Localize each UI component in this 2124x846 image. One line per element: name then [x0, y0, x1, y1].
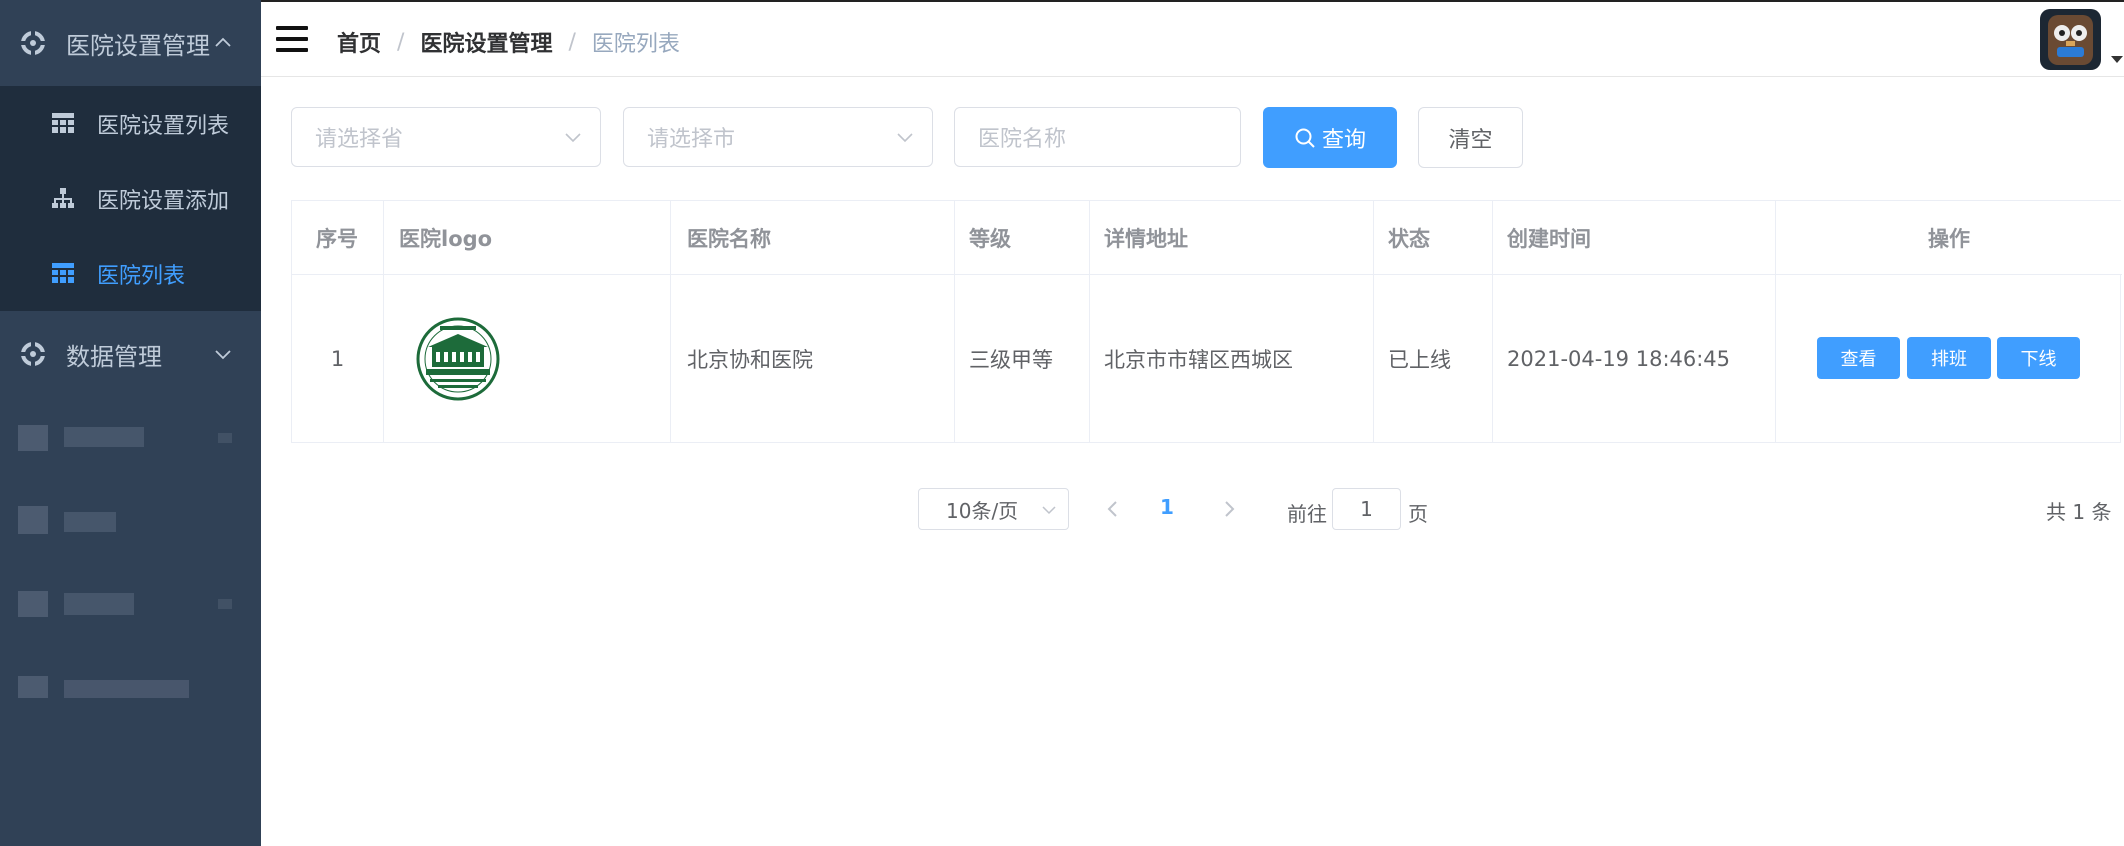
chevron-down-icon [565, 133, 581, 143]
schedule-button[interactable]: 排班 [1907, 337, 1991, 379]
sidebar-item-hospital-settings-add[interactable]: 医院设置添加 [0, 161, 261, 236]
sidebar-item-obscured[interactable] [0, 397, 261, 477]
goto-page-input[interactable]: 1 [1332, 488, 1401, 530]
setting-icon [20, 30, 46, 56]
cell-index: 1 [292, 275, 384, 442]
sidebar-item-label: 医院列表 [97, 263, 186, 289]
breadcrumb-home[interactable]: 首页 [337, 26, 381, 58]
breadcrumb-separator: / [568, 29, 576, 55]
sidebar-item-hospital-list[interactable]: 医院列表 [0, 236, 261, 311]
setting-icon [20, 341, 46, 367]
hospital-name-input[interactable]: 医院名称 [954, 107, 1241, 167]
column-header-index: 序号 [292, 201, 384, 274]
hospital-logo-image [416, 317, 500, 400]
sidebar-item-label: 医院设置添加 [97, 188, 230, 214]
hospital-name-placeholder: 医院名称 [978, 127, 1067, 152]
chevron-down-icon [897, 133, 913, 143]
offline-button[interactable]: 下线 [1997, 337, 2080, 379]
page-size-select[interactable]: 10条/页 [918, 488, 1069, 530]
breadcrumb-current: 医院列表 [591, 32, 680, 57]
clear-button-label: 清空 [1448, 127, 1493, 153]
hamburger-menu-icon[interactable] [276, 26, 308, 54]
page-number[interactable]: 1 [1160, 495, 1174, 519]
hospital-table: 序号 医院logo 医院名称 等级 详情地址 状态 创建时间 操作 1 北京协和… [291, 200, 2122, 443]
column-header-created: 创建时间 [1493, 201, 1776, 274]
cell-address: 北京市市辖区西城区 [1090, 275, 1374, 442]
column-header-address: 详情地址 [1090, 201, 1374, 274]
cell-level: 三级甲等 [955, 275, 1090, 442]
avatar-image [2040, 9, 2101, 70]
tree-icon [52, 188, 74, 208]
goto-label: 前往 [1287, 502, 1327, 526]
chevron-up-icon [215, 37, 231, 47]
breadcrumb-separator: / [397, 29, 405, 55]
navbar: 首页 / 医院设置管理 / 医院列表 [261, 0, 2124, 77]
table-icon [52, 113, 74, 133]
chevron-down-icon [215, 350, 231, 360]
search-icon [1295, 128, 1315, 148]
province-select-placeholder: 请选择省 [315, 127, 404, 152]
column-header-name: 医院名称 [671, 201, 955, 274]
page-size-value: 10条/页 [946, 498, 1019, 523]
table-icon [52, 263, 74, 283]
column-header-status: 状态 [1374, 201, 1493, 274]
avatar[interactable] [2040, 9, 2101, 70]
menu-group-label: 医院设置管理 [66, 31, 210, 60]
sidebar-item-obscured[interactable] [0, 646, 261, 726]
sidebar: 医院设置管理 医院设置列表 医院设置添加 医院列表 数据管理 [0, 0, 261, 846]
cell-hospital-name: 北京协和医院 [671, 275, 955, 442]
city-select[interactable]: 请选择市 [623, 107, 933, 167]
sidebar-item-obscured[interactable] [0, 563, 261, 643]
sidebar-item-hospital-settings-list[interactable]: 医院设置列表 [0, 86, 261, 161]
view-button[interactable]: 查看 [1817, 337, 1900, 379]
caret-down-icon[interactable] [2111, 56, 2123, 63]
cell-logo [384, 275, 671, 442]
page-unit-label: 页 [1408, 502, 1428, 526]
menu-group-hospital-settings[interactable]: 医院设置管理 [0, 0, 261, 86]
total-count: 共 1 条 [2046, 500, 2112, 524]
prev-page-icon[interactable] [1105, 500, 1121, 518]
city-select-placeholder: 请选择市 [647, 127, 736, 152]
breadcrumb-hospital-settings[interactable]: 医院设置管理 [420, 26, 552, 58]
province-select[interactable]: 请选择省 [291, 107, 601, 167]
column-header-actions: 操作 [1776, 201, 2122, 274]
cell-status: 已上线 [1374, 275, 1493, 442]
cell-created-time: 2021-04-19 18:46:45 [1493, 275, 1776, 442]
sidebar-item-obscured[interactable] [0, 480, 261, 560]
sidebar-item-label: 医院设置列表 [97, 113, 230, 139]
chevron-down-icon [1042, 506, 1056, 515]
query-button[interactable]: 查询 [1263, 107, 1397, 168]
menu-group-label: 数据管理 [66, 342, 162, 371]
column-header-level: 等级 [955, 201, 1090, 274]
column-header-logo: 医院logo [384, 201, 671, 274]
breadcrumb: 首页 / 医院设置管理 / 医院列表 [337, 26, 680, 58]
query-button-label: 查询 [1321, 127, 1366, 153]
clear-button[interactable]: 清空 [1418, 107, 1523, 168]
next-page-icon[interactable] [1221, 500, 1237, 518]
menu-group-data-management[interactable]: 数据管理 [0, 311, 261, 397]
